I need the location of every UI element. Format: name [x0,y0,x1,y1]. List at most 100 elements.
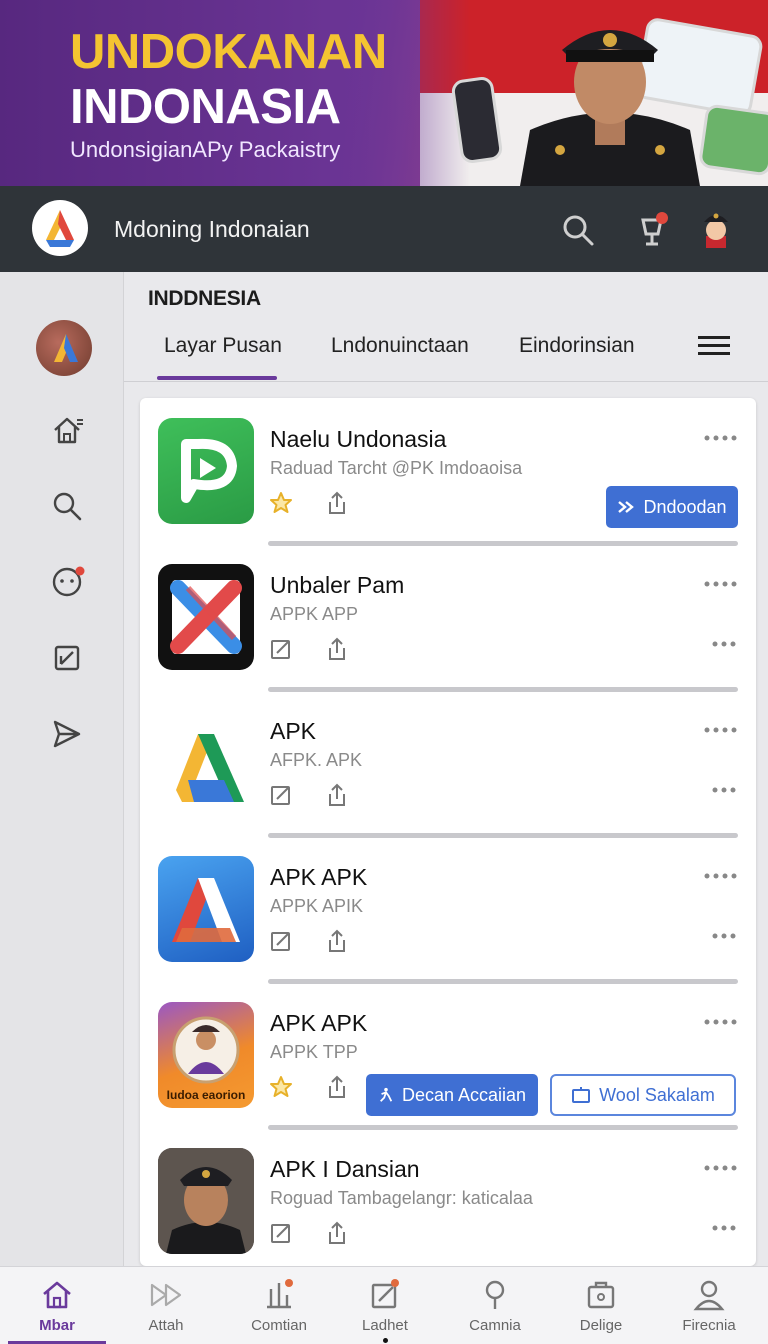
home-icon [43,1281,71,1309]
download-button[interactable]: Dndoodan [606,486,738,528]
banner-subtitle: UndonsigianAPy Packaistry [70,137,341,162]
app-name: APK [270,718,317,744]
edit-icon[interactable] [268,1220,294,1246]
person-icon [693,1280,725,1311]
app-subtitle: Raduad Tarcht @PK Imdoaoisa [270,458,523,478]
active-dot [383,1338,388,1343]
app-subtitle: Roguad Tambagelangr: katicalaa [270,1188,533,1208]
hamburger-menu-icon[interactable] [698,334,730,358]
icon-caption: Iudoa eaorion [166,1088,246,1102]
tab-eindorinsian[interactable]: Eindorinsian [519,334,635,358]
app-name: Unbaler Pam [270,572,405,598]
nav-item-attah[interactable]: Attah [111,1267,221,1344]
edit-icon [371,1279,399,1309]
edit-icon[interactable] [268,782,294,808]
share-icon[interactable] [324,490,350,516]
more-options-icon[interactable] [711,786,737,794]
download-button-label: Dndoodan [643,496,727,517]
app-name: APK APK [270,1010,368,1036]
double-chevron-icon [618,501,635,513]
more-options-icon[interactable] [703,872,737,880]
tab-lndonuinctaan[interactable]: Lndonuinctaan [331,334,469,358]
nav-item-ladhet[interactable]: Ladhet [330,1267,440,1344]
active-tab-indicator [157,376,277,380]
x-cross-icon [158,564,254,670]
officer-illustration [520,30,700,186]
wool-sakalam-label: Wool Sakalam [599,1084,715,1105]
more-options-icon[interactable] [711,932,737,940]
app-name: Naelu Undonasia [270,426,447,452]
app-bar: Mdoning Indonaian [0,186,768,272]
list-item[interactable]: APK AFPK. APK [140,690,756,838]
share-icon[interactable] [324,1220,350,1246]
nav-item-firecnia[interactable]: Firecnia [654,1267,764,1344]
profile-avatar[interactable] [694,206,738,250]
more-options-icon[interactable] [703,726,737,734]
sidebar [0,272,124,1266]
star-icon[interactable] [268,1074,294,1100]
section-title: INDDNESIA [148,287,261,310]
nav-label: Attah [148,1317,184,1334]
nav-label: Delige [579,1317,623,1334]
tab-layar-pusan[interactable]: Layar Pusan [164,334,282,358]
notification-icon[interactable] [632,210,672,250]
wool-sakalam-button[interactable]: Wool Sakalam [550,1074,736,1116]
tab-bar: Layar Pusan Lndonuinctaan Eindorinsian [124,322,768,382]
app-name: APK APK [270,864,368,890]
share-icon[interactable] [324,928,350,954]
more-options-icon[interactable] [703,1018,737,1026]
nav-item-delige[interactable]: Delige [546,1267,656,1344]
app-subtitle: APPK APIK [270,896,364,916]
search-icon[interactable] [558,210,598,250]
nav-label: Firecnia [682,1317,736,1334]
decan-accaiian-label: Decan Accaiian [401,1084,527,1105]
nav-item-camnia[interactable]: Camnia [440,1267,550,1344]
edit-icon[interactable] [268,636,294,662]
list-item[interactable]: Iudoa eaorion APK APK APPK TPP Decan Acc… [140,982,756,1130]
forward-icon [150,1283,182,1307]
app-name: APK I Dansian [270,1156,420,1182]
drive-a-icon [158,710,254,816]
character-badge-icon: Iudoa eaorion [158,1002,254,1108]
app-logo-icon[interactable] [32,200,88,256]
nav-item-comtian[interactable]: Comtian [224,1267,334,1344]
chat-icon[interactable] [47,562,87,602]
decan-accaiian-button[interactable]: Decan Accaiian [366,1074,538,1116]
list-item[interactable]: APK I Dansian Roguad Tambagelangr: katic… [140,1128,756,1266]
nav-label: Mbar [39,1317,75,1334]
home-icon[interactable] [47,410,87,450]
play-d-icon [158,418,254,524]
app-subtitle: APPK APP [270,604,359,624]
share-icon[interactable] [324,636,350,662]
nav-item-mbar[interactable]: Mbar [2,1267,112,1344]
app-subtitle: APPK TPP [270,1042,358,1062]
pin-icon [485,1280,505,1309]
more-options-icon[interactable] [703,434,737,442]
sidebar-avatar[interactable] [36,320,92,376]
more-options-icon[interactable] [711,1224,737,1232]
banner-title-line1: UNDOKANAN [70,25,387,79]
app-bar-title: Mdoning Indonaian [114,216,310,242]
more-options-icon[interactable] [711,640,737,648]
runner-icon [379,1087,393,1102]
search-icon[interactable] [47,486,87,526]
promo-banner[interactable]: UNDOKANAN INDONASIA UndonsigianAPy Packa… [0,0,768,186]
officer-photo-icon [158,1148,254,1254]
star-icon[interactable] [268,490,294,516]
bag-icon [587,1281,615,1309]
more-options-icon[interactable] [703,1164,737,1172]
app-list: Naelu Undonasia Raduad Tarcht @PK Imdoao… [140,398,756,1266]
app-subtitle: AFPK. APK [270,750,363,770]
nav-label: Comtian [251,1317,307,1334]
more-options-icon[interactable] [703,580,737,588]
blue-a-icon [158,856,254,962]
list-item[interactable]: Naelu Undonasia Raduad Tarcht @PK Imdoao… [140,398,756,546]
nav-label: Ladhet [362,1317,408,1334]
list-item[interactable]: APK APK APPK APIK [140,836,756,984]
list-item[interactable]: Unbaler Pam APPK APP [140,544,756,692]
send-icon[interactable] [47,714,87,754]
edit-icon[interactable] [268,928,294,954]
share-icon[interactable] [324,1074,350,1100]
share-icon[interactable] [324,782,350,808]
checkbox-icon[interactable] [47,638,87,678]
